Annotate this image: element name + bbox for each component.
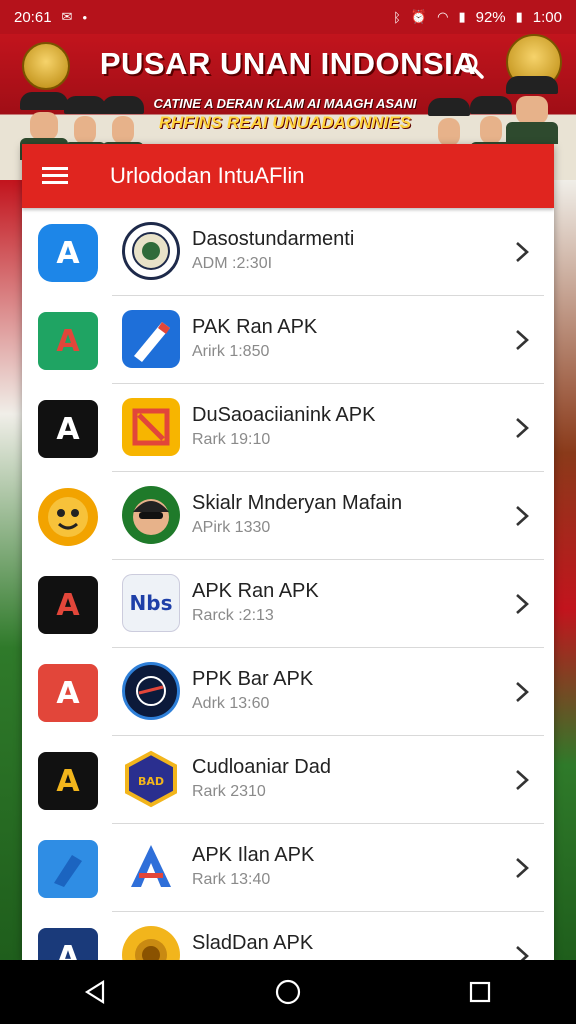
app-subtitle: Rarck :2:13 — [192, 607, 274, 624]
app-title: PAK Ran APK — [192, 316, 318, 338]
app-title: Skialr Mnderyan Mafain — [192, 492, 403, 514]
chevron-right-icon — [516, 682, 529, 702]
app-list: A Dasostundarmenti ADM :2:30I A PAK Ran … — [22, 208, 554, 960]
app-title: Dasostundarmenti — [192, 228, 355, 250]
back-button[interactable] — [76, 972, 116, 1012]
status-bar: 20:61 ✉ • ᛒ ⏰ ◠ ▮ 92% ▮ 1:00 — [0, 0, 576, 34]
app-title: SladDan APK — [192, 932, 314, 954]
mascot-icon — [38, 488, 98, 546]
chevron-right-icon — [516, 506, 529, 526]
app-subtitle: Rark 19:10 — [192, 431, 271, 448]
back-triangle-icon — [84, 980, 105, 1004]
app-icon: A — [38, 224, 98, 282]
list-item[interactable]: APK Ilan APK Rark 13:40 — [22, 824, 554, 912]
battery-level: 92% — [475, 8, 506, 26]
search-icon — [458, 53, 484, 79]
list-item[interactable]: A Dasostundarmenti ADM :2:30I — [22, 208, 554, 296]
list-item[interactable]: A BAD Cudloaniar Dad Rark 2310 — [22, 736, 554, 824]
svg-text:BAD: BAD — [138, 775, 164, 788]
chevron-right-icon — [516, 858, 529, 878]
system-nav-bar — [0, 960, 576, 1024]
list-item[interactable]: Skialr Mnderyan Mafain APirk 1330 — [22, 472, 554, 560]
battery-icon: ▮ — [515, 9, 523, 24]
app-subtitle: Rark 13:40 — [192, 871, 271, 888]
app-icon — [122, 310, 180, 368]
person-avatar-icon — [122, 486, 180, 544]
message-icon: ✉ — [61, 9, 73, 24]
seal-icon — [122, 222, 180, 280]
toolbar-title: Urlododan IntuAFlin — [110, 163, 305, 188]
background-decoration-right — [554, 180, 576, 960]
app-title: APK Ilan APK — [192, 844, 315, 866]
app-icon: Nbs — [122, 574, 180, 632]
list-item[interactable]: A DuSaoaciianink APK Rark 19:10 — [22, 384, 554, 472]
app-subtitle: APirk 1330 — [192, 519, 271, 536]
list-item[interactable]: A SladDan APK — [22, 912, 554, 960]
chevron-right-icon — [516, 770, 529, 790]
list-item[interactable]: A Nbs APK Ran APK Rarck :2:13 — [22, 560, 554, 648]
app-icon — [122, 398, 180, 456]
chevron-right-icon — [516, 418, 529, 438]
app-icon: A — [38, 312, 98, 370]
hamburger-icon — [42, 167, 68, 185]
app-list-card: Urlododan IntuAFlin A Dasostundarmenti A… — [22, 144, 554, 960]
menu-button[interactable] — [22, 144, 88, 208]
app-icon: A — [38, 664, 98, 722]
app-title: APK Ran APK — [192, 580, 319, 602]
app-icon: A — [38, 752, 98, 810]
bluetooth-icon: ᛒ — [393, 9, 401, 25]
app-title: PPK Bar APK — [192, 668, 314, 690]
slogan-line-2: RHFINS REAI UNUADAONNIES — [158, 113, 412, 132]
status-time-left: 20:61 — [14, 8, 52, 26]
banner-slogan: CATINE A DERAN KLAM AI MAAGH ASANI RHFIN… — [150, 96, 420, 133]
chevron-right-icon — [516, 242, 529, 262]
emblem-icon — [122, 662, 180, 720]
app-subtitle: Rark 2310 — [192, 783, 266, 800]
app-icon: A — [38, 928, 98, 960]
app-title: Cudloaniar Dad — [192, 756, 331, 778]
list-item[interactable]: A PPK Bar APK Adrk 13:60 — [22, 648, 554, 736]
app-icon: A — [38, 400, 98, 458]
badge-icon — [122, 926, 180, 960]
app-title: PUSAR UNAN INDONSIA — [99, 46, 477, 81]
app-subtitle: Adrk 13:60 — [192, 695, 270, 712]
slogan-line-1: CATINE A DERAN KLAM AI MAAGH ASANI — [153, 96, 417, 111]
signal-icon: ▮ — [458, 9, 466, 24]
app-icon — [122, 838, 180, 896]
chevron-right-icon — [516, 594, 529, 614]
hexagon-badge-icon: BAD — [122, 750, 180, 808]
background-decoration-left — [0, 180, 22, 960]
chevron-right-icon — [516, 946, 529, 960]
app-subtitle: ADM :2:30I — [192, 255, 273, 272]
home-button[interactable] — [268, 972, 308, 1012]
status-time-right: 1:00 — [532, 8, 562, 26]
search-button[interactable] — [455, 50, 487, 82]
dot-icon: • — [82, 9, 88, 25]
chevron-right-icon — [516, 330, 529, 350]
wifi-icon: ◠ — [437, 9, 449, 24]
list-item[interactable]: A PAK Ran APK Arirk 1:850 — [22, 296, 554, 384]
app-subtitle: Arirk 1:850 — [192, 343, 270, 360]
app-title: DuSaoaciianink APK — [192, 404, 376, 426]
home-circle-icon — [275, 979, 301, 1005]
alarm-icon: ⏰ — [410, 9, 428, 24]
app-icon — [38, 840, 98, 898]
app-icon: A — [38, 576, 98, 634]
recents-button[interactable] — [460, 972, 500, 1012]
recents-square-icon — [469, 981, 491, 1003]
toolbar: Urlododan IntuAFlin — [22, 144, 554, 208]
